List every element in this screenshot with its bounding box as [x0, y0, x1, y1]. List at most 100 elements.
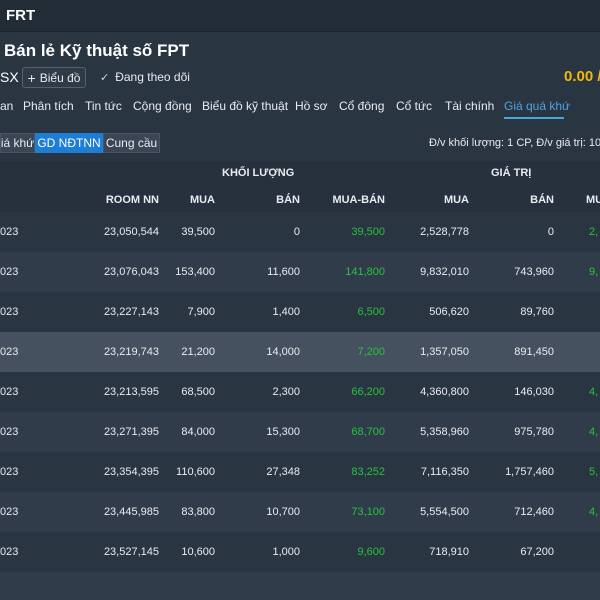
- cell-room: 23,076,043: [103, 266, 159, 278]
- cell-val-net: 4,: [589, 506, 599, 518]
- subtab-supply-demand[interactable]: Cung cầu: [103, 133, 160, 153]
- cell-vol-sell: 15,300: [266, 426, 300, 438]
- cell-room: 23,527,145: [103, 546, 159, 558]
- cell-val-sell: 146,030: [514, 386, 554, 398]
- cell-val-net: 4,: [589, 426, 599, 438]
- cell-room: 23,354,395: [103, 466, 159, 478]
- cell-vol-net: 39,500: [351, 226, 385, 238]
- tab-shareholders[interactable]: Cổ đông: [339, 99, 384, 113]
- subtab-price-history[interactable]: iá khứ: [0, 133, 35, 153]
- cell-vol-buy: 153,400: [175, 266, 215, 278]
- check-icon: ✓: [100, 71, 110, 84]
- tab-price-history[interactable]: Giá quá khứ: [504, 99, 570, 113]
- plus-icon: +: [27, 69, 36, 86]
- unit-note: Đ/v khối lượng: 1 CP, Đ/v giá trị: 100: [429, 137, 600, 149]
- table-row[interactable]: 023 23,050,544 39,500 0 39,500 2,528,778…: [0, 212, 600, 252]
- table-row[interactable]: 023 23,445,985 83,800 10,700 73,100 5,55…: [0, 492, 600, 532]
- tab-community[interactable]: Cộng đồng: [133, 99, 192, 113]
- cell-val-buy: 718,910: [429, 546, 469, 558]
- tab-dividends[interactable]: Cổ tức: [396, 99, 432, 113]
- cell-date: 023: [0, 506, 19, 518]
- table-row[interactable]: 023 23,271,395 84,000 15,300 68,700 5,35…: [0, 412, 600, 452]
- cell-date: 023: [0, 386, 19, 398]
- price-display: 0.00 /: [564, 68, 600, 85]
- cell-vol-sell: 1,400: [272, 306, 300, 318]
- active-tab-indicator: [504, 117, 564, 119]
- cell-val-buy: 5,358,960: [420, 426, 469, 438]
- cell-date: 023: [0, 226, 19, 238]
- table-row[interactable]: 023 23,527,145 10,600 1,000 9,600 718,91…: [0, 532, 600, 572]
- table-row-partial[interactable]: [0, 572, 600, 600]
- cell-date: 023: [0, 266, 19, 278]
- tab-technical-chart[interactable]: Biểu đồ kỹ thuật: [202, 99, 288, 113]
- col-header-room: ROOM NN: [105, 194, 159, 206]
- cell-vol-sell: 0: [293, 226, 300, 238]
- group-header-value: GIÁ TRỊ: [491, 167, 532, 179]
- cell-val-sell: 67,200: [520, 546, 554, 558]
- cell-date: 023: [0, 466, 19, 478]
- col-header-vol-sell: BÁN: [276, 194, 300, 206]
- table-header: KHỐI LƯỢNG GIÁ TRỊ ROOM NN MUA BÁN MUA-B…: [0, 161, 600, 212]
- cell-vol-net: 9,600: [357, 546, 385, 558]
- cell-val-buy: 1,357,050: [420, 346, 469, 358]
- tab-overview[interactable]: an: [0, 99, 13, 113]
- cell-vol-sell: 2,300: [272, 386, 300, 398]
- chart-button-label: Biểu đồ: [39, 70, 81, 85]
- table-row[interactable]: 023 23,354,395 110,600 27,348 83,252 7,1…: [0, 452, 600, 492]
- col-header-val-net: MU: [586, 194, 600, 206]
- tab-news[interactable]: Tin tức: [85, 99, 122, 113]
- cell-vol-net: 141,800: [345, 266, 385, 278]
- table-body: 023 23,050,544 39,500 0 39,500 2,528,778…: [0, 212, 600, 600]
- cell-room: 23,445,985: [103, 506, 159, 518]
- tab-analysis[interactable]: Phân tích: [23, 99, 74, 113]
- section-tabs: an Phân tích Tin tức Cộng đồng Biểu đồ k…: [0, 96, 600, 120]
- subtab-foreign-trading[interactable]: GD NĐTNN: [35, 133, 103, 153]
- follow-label: Đang theo dõi: [115, 70, 190, 84]
- table-row[interactable]: 023 23,076,043 153,400 11,600 141,800 9,…: [0, 252, 600, 292]
- top-bar: FRT: [0, 0, 600, 32]
- cell-vol-buy: 10,600: [181, 546, 215, 558]
- cell-val-net: 9,: [589, 266, 599, 278]
- cell-vol-buy: 21,200: [181, 346, 215, 358]
- cell-val-buy: 4,360,800: [420, 386, 469, 398]
- cell-val-net: 2,: [589, 226, 599, 238]
- cell-vol-net: 83,252: [351, 466, 385, 478]
- sub-toolbar: iá khứ GD NĐTNN Cung cầu Đ/v khối lượng:…: [0, 131, 600, 155]
- tab-financials[interactable]: Tài chính: [445, 99, 494, 113]
- cell-val-buy: 2,528,778: [420, 226, 469, 238]
- cell-vol-sell: 14,000: [266, 346, 300, 358]
- table-row-highlighted[interactable]: 023 23,219,743 21,200 14,000 7,200 1,357…: [0, 332, 600, 372]
- cell-vol-buy: 110,600: [176, 466, 215, 478]
- group-header-volume: KHỐI LƯỢNG: [222, 167, 295, 179]
- follow-toggle[interactable]: ✓ Đang theo dõi: [100, 70, 190, 84]
- cell-val-buy: 7,116,350: [420, 466, 469, 478]
- cell-val-sell: 1,757,460: [505, 466, 554, 478]
- cell-date: 023: [0, 306, 19, 318]
- tab-profile[interactable]: Hồ sơ: [295, 99, 328, 113]
- app-window: FRT Bán lẻ Kỹ thuật số FPT SX + Biểu đồ …: [0, 0, 600, 600]
- cell-vol-buy: 84,000: [181, 426, 215, 438]
- cell-val-buy: 506,620: [429, 306, 469, 318]
- cell-val-sell: 891,450: [514, 346, 554, 358]
- cell-val-sell: 743,960: [514, 266, 554, 278]
- cell-vol-buy: 39,500: [181, 226, 215, 238]
- cell-val-net: 4,: [589, 386, 599, 398]
- cell-val-buy: 9,832,010: [420, 266, 469, 278]
- chart-button[interactable]: + Biểu đồ: [22, 67, 86, 88]
- cell-vol-sell: 27,348: [266, 466, 300, 478]
- cell-val-sell: 975,780: [514, 426, 554, 438]
- col-header-val-buy: MUA: [443, 194, 469, 206]
- table-row[interactable]: 023 23,227,143 7,900 1,400 6,500 506,620…: [0, 292, 600, 332]
- cell-room: 23,271,395: [103, 426, 159, 438]
- cell-room: 23,050,544: [103, 226, 159, 238]
- cell-vol-net: 73,100: [351, 506, 385, 518]
- cell-date: 023: [0, 546, 19, 558]
- cell-val-net: 5,: [589, 466, 599, 478]
- cell-vol-sell: 1,000: [272, 546, 300, 558]
- table-row[interactable]: 023 23,213,595 68,500 2,300 66,200 4,360…: [0, 372, 600, 412]
- exchange-label: SX: [0, 69, 19, 85]
- company-name: Bán lẻ Kỹ thuật số FPT: [4, 41, 190, 60]
- col-header-vol-buy: MUA: [189, 194, 215, 206]
- cell-val-sell: 0: [547, 226, 554, 238]
- cell-val-buy: 5,554,500: [420, 506, 469, 518]
